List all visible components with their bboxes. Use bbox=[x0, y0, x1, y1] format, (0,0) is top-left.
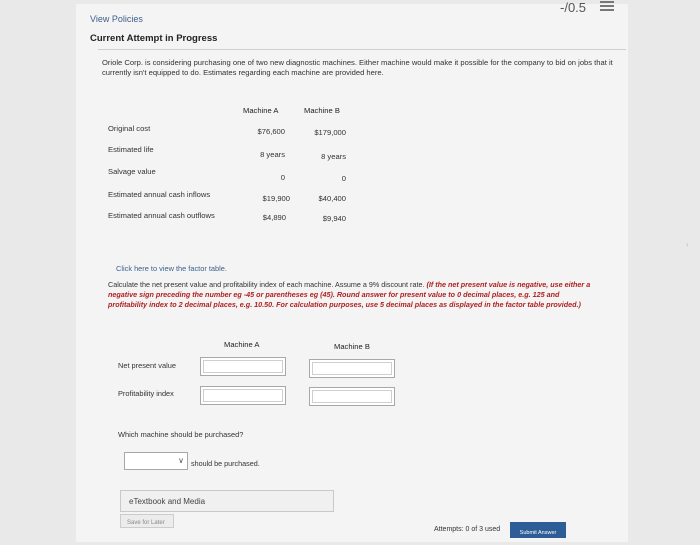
save-for-later-button[interactable]: Save for Later bbox=[120, 514, 174, 528]
cash-outflows-b: $9,940 bbox=[322, 214, 346, 223]
view-policies-link[interactable]: View Policies bbox=[90, 14, 143, 24]
cash-inflows-b: $40,400 bbox=[318, 194, 346, 203]
row-label-original-cost: Original cost bbox=[108, 124, 151, 133]
npv-label: Net present value bbox=[118, 361, 176, 370]
row-label-salvage-value: Salvage value bbox=[108, 167, 156, 176]
row-label-cash-inflows: Estimated annual cash inflows bbox=[108, 190, 211, 199]
salvage-value-a: 0 bbox=[280, 173, 285, 182]
submit-answer-button[interactable]: Submit Answer bbox=[510, 522, 566, 538]
cash-outflows-a: $4,890 bbox=[262, 213, 286, 222]
machine-b-header: Machine B bbox=[304, 106, 340, 115]
menu-icon[interactable] bbox=[600, 1, 614, 12]
etextbook-label: eTextbook and Media bbox=[129, 497, 206, 506]
original-cost-a: $76,600 bbox=[257, 127, 285, 136]
original-cost-b: $179,000 bbox=[314, 128, 346, 137]
pi-label: Profitability index bbox=[118, 389, 174, 398]
factor-table-link[interactable]: Click here to view the factor table. bbox=[116, 264, 227, 273]
machine-a-header: Machine A bbox=[243, 106, 279, 115]
should-be-purchased-text: should be purchased. bbox=[191, 459, 260, 468]
row-label-estimated-life: Estimated life bbox=[108, 145, 154, 154]
npv-machine-b-input[interactable] bbox=[309, 359, 395, 378]
chevron-down-icon: ∨ bbox=[178, 456, 184, 465]
question-intro: Oriole Corp. is considering purchasing o… bbox=[102, 58, 613, 77]
pi-machine-a-input[interactable] bbox=[200, 386, 286, 405]
current-attempt-title: Current Attempt in Progress bbox=[90, 33, 218, 44]
salvage-value-b: 0 bbox=[341, 174, 346, 183]
answer-machine-a-header: Machine A bbox=[224, 340, 260, 349]
cash-inflows-a: $19,900 bbox=[262, 194, 290, 203]
estimated-life-a: 8 years bbox=[260, 150, 285, 159]
pi-machine-b-input[interactable] bbox=[309, 387, 395, 406]
instructions-plain: Calculate the net present value and prof… bbox=[108, 280, 427, 289]
row-label-cash-outflows: Estimated annual cash outflows bbox=[108, 211, 215, 220]
instructions-text: Calculate the net present value and prof… bbox=[108, 280, 598, 310]
scroll-arrow-icon[interactable]: › bbox=[686, 240, 689, 249]
which-machine-question: Which machine should be purchased? bbox=[118, 430, 244, 439]
etextbook-media-button[interactable]: eTextbook and Media bbox=[120, 490, 334, 512]
score-display: -/0.5 bbox=[560, 0, 587, 15]
estimated-life-b: 8 years bbox=[321, 152, 346, 161]
answer-machine-b-header: Machine B bbox=[334, 342, 370, 351]
npv-machine-a-input[interactable] bbox=[200, 357, 286, 376]
attempts-status: Attempts: 0 of 3 used bbox=[434, 526, 501, 533]
machine-select[interactable]: ∨ bbox=[124, 452, 188, 470]
